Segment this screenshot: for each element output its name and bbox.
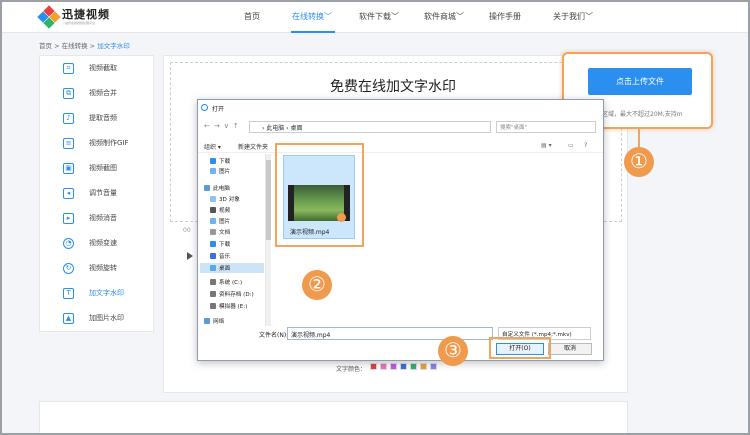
sidebar-item-crop[interactable]: ⌗ 视频截取 xyxy=(39,58,152,78)
breadcrumb-separator: > xyxy=(54,42,62,50)
audio-icon: ♪ xyxy=(63,113,74,124)
color-swatch[interactable] xyxy=(400,363,407,370)
sidebar-item-label: 加文字水印 xyxy=(89,289,124,297)
folder-tree xyxy=(198,154,266,326)
sidebar-item-speed[interactable]: ◔ 视频变速 xyxy=(39,233,152,253)
tree-item-downloads[interactable]: 下载 xyxy=(210,157,230,165)
nav-software-download[interactable]: 软件下载﹀ xyxy=(359,11,399,22)
text-color-label: 文字颜色： xyxy=(336,366,367,373)
sidebar-item-mute[interactable]: ▸ 视频消音 xyxy=(39,208,152,228)
sidebar-item-gif[interactable]: ≡ 视频制作GIF xyxy=(39,133,152,153)
sidebar-item-label: 视频截图 xyxy=(89,164,117,172)
breadcrumb: 首页 > 在线转换 > 加文字水印 xyxy=(39,40,130,50)
breadcrumb-online-convert[interactable]: 在线转换 xyxy=(62,42,88,50)
tree-item-music[interactable]: 音乐 xyxy=(210,252,230,260)
brand-tagline: —站式在线视频处理平台 xyxy=(62,21,96,25)
new-folder-button[interactable]: 新建文件夹 xyxy=(238,142,268,151)
step-1-badge: ① xyxy=(624,147,654,177)
sidebar-item-label: 加图片水印 xyxy=(89,314,124,322)
color-swatch[interactable] xyxy=(410,363,417,370)
tree-item-pictures-2[interactable]: 图片 xyxy=(210,217,230,225)
color-swatch[interactable] xyxy=(420,363,427,370)
color-swatch[interactable] xyxy=(380,363,387,370)
merge-icon: ⧉ xyxy=(63,88,74,99)
mute-icon: ▸ xyxy=(63,213,74,224)
tree-item-this-pc[interactable]: 此电脑 xyxy=(204,184,230,192)
sidebar-item-label: 调节音量 xyxy=(89,189,117,197)
search-placeholder: 搜索"桌面" xyxy=(500,125,528,131)
image-watermark-icon: ▲ xyxy=(63,313,74,324)
open-highlight-box xyxy=(489,337,551,359)
cancel-button[interactable]: 取消 xyxy=(548,343,592,355)
sidebar-item-rotate[interactable]: ↻ 视频旋转 xyxy=(39,258,152,278)
tree-item-documents[interactable]: 文档 xyxy=(210,228,230,236)
upload-file-button[interactable]: 点击上传文件 xyxy=(588,68,692,95)
filename-label: 文件名(N): xyxy=(259,332,289,339)
dialog-nav-arrows[interactable]: ←→∨↑ xyxy=(204,122,243,130)
tree-item-pictures[interactable]: 图片 xyxy=(210,167,230,175)
step-2-badge: ② xyxy=(302,270,332,300)
tree-item-drive-d[interactable]: 资料存档 (D:) xyxy=(210,290,254,298)
screenshot-icon: ▣ xyxy=(63,163,74,174)
tree-item-drive-c[interactable]: 系统 (C:) xyxy=(210,278,242,286)
play-icon[interactable] xyxy=(187,252,193,260)
tree-scrollbar-thumb[interactable] xyxy=(266,160,271,240)
step-3-badge: ③ xyxy=(438,336,468,366)
browser-icon xyxy=(201,104,208,111)
color-swatch[interactable] xyxy=(430,363,437,370)
view-options-icon[interactable]: ▤ ▾ xyxy=(541,142,552,149)
sidebar-item-label: 视频截取 xyxy=(89,64,117,72)
sidebar-item-label: 视频制作GIF xyxy=(89,139,129,147)
tree-item-network[interactable]: 网络 xyxy=(204,317,224,325)
help-icon[interactable]: ? xyxy=(584,142,587,149)
filename-value: 演示视频.mp4 xyxy=(291,332,331,339)
dialog-title: 打开 xyxy=(212,106,225,113)
brand-name[interactable]: 迅捷视频 xyxy=(62,6,110,22)
sidebar-item-merge[interactable]: ⧉ 视频合并 xyxy=(39,83,152,103)
sidebar-item-label: 视频消音 xyxy=(89,214,117,222)
tree-item-3d-objects[interactable]: 3D 对象 xyxy=(210,195,240,203)
nav-active-indicator xyxy=(291,31,335,33)
nav-home[interactable]: 首页 xyxy=(244,11,260,22)
rotate-icon: ↻ xyxy=(63,263,74,274)
address-path: › 此电脑 › 桌面 xyxy=(262,125,303,132)
text-watermark-icon: T xyxy=(63,288,74,299)
tree-item-drive-e[interactable]: 模拟器 (E:) xyxy=(210,302,247,310)
tree-item-downloads-2[interactable]: 下载 xyxy=(210,240,230,248)
logo-icon[interactable] xyxy=(37,5,61,29)
color-swatch[interactable] xyxy=(390,363,397,370)
nav-about[interactable]: 关于我们﹀ xyxy=(553,11,593,22)
breadcrumb-home[interactable]: 首页 xyxy=(39,42,52,50)
file-highlight-box xyxy=(275,143,364,247)
volume-icon: ◂ xyxy=(63,188,74,199)
sidebar-item-text-watermark[interactable]: T 加文字水印 xyxy=(39,283,152,303)
bottom-panel xyxy=(39,401,628,435)
sidebar-item-label: 视频变速 xyxy=(89,239,117,247)
preview-pane-icon[interactable]: ▭ xyxy=(568,142,574,149)
page-title: 免费在线加文字水印 xyxy=(330,79,456,95)
gif-icon: ≡ xyxy=(63,138,74,149)
tree-item-videos[interactable]: 视频 xyxy=(210,206,230,214)
nav-online-convert[interactable]: 在线转换﹀ xyxy=(292,11,332,22)
sidebar-item-volume[interactable]: ◂ 调节音量 xyxy=(39,183,152,203)
organize-menu[interactable]: 组织 ▾ xyxy=(204,142,221,151)
callout-connector xyxy=(638,129,640,147)
sidebar-item-image-watermark[interactable]: ▲ 加图片水印 xyxy=(39,308,152,328)
tree-item-desktop[interactable]: 桌面 xyxy=(210,264,230,272)
nav-software-mall[interactable]: 软件商城﹀ xyxy=(424,11,464,22)
time-readout: 00 xyxy=(183,227,191,234)
crop-icon: ⌗ xyxy=(63,63,74,74)
sidebar-item-label: 视频合并 xyxy=(89,89,117,97)
breadcrumb-current: 加文字水印 xyxy=(97,42,130,50)
sidebar-item-audio[interactable]: ♪ 提取音频 xyxy=(39,108,152,128)
sidebar-item-screenshot[interactable]: ▣ 视频截图 xyxy=(39,158,152,178)
sidebar-item-label: 视频旋转 xyxy=(89,264,117,272)
sidebar-item-label: 提取音频 xyxy=(89,114,117,122)
color-swatch[interactable] xyxy=(370,363,377,370)
speed-icon: ◔ xyxy=(63,238,74,249)
nav-manual[interactable]: 操作手册 xyxy=(489,11,521,22)
